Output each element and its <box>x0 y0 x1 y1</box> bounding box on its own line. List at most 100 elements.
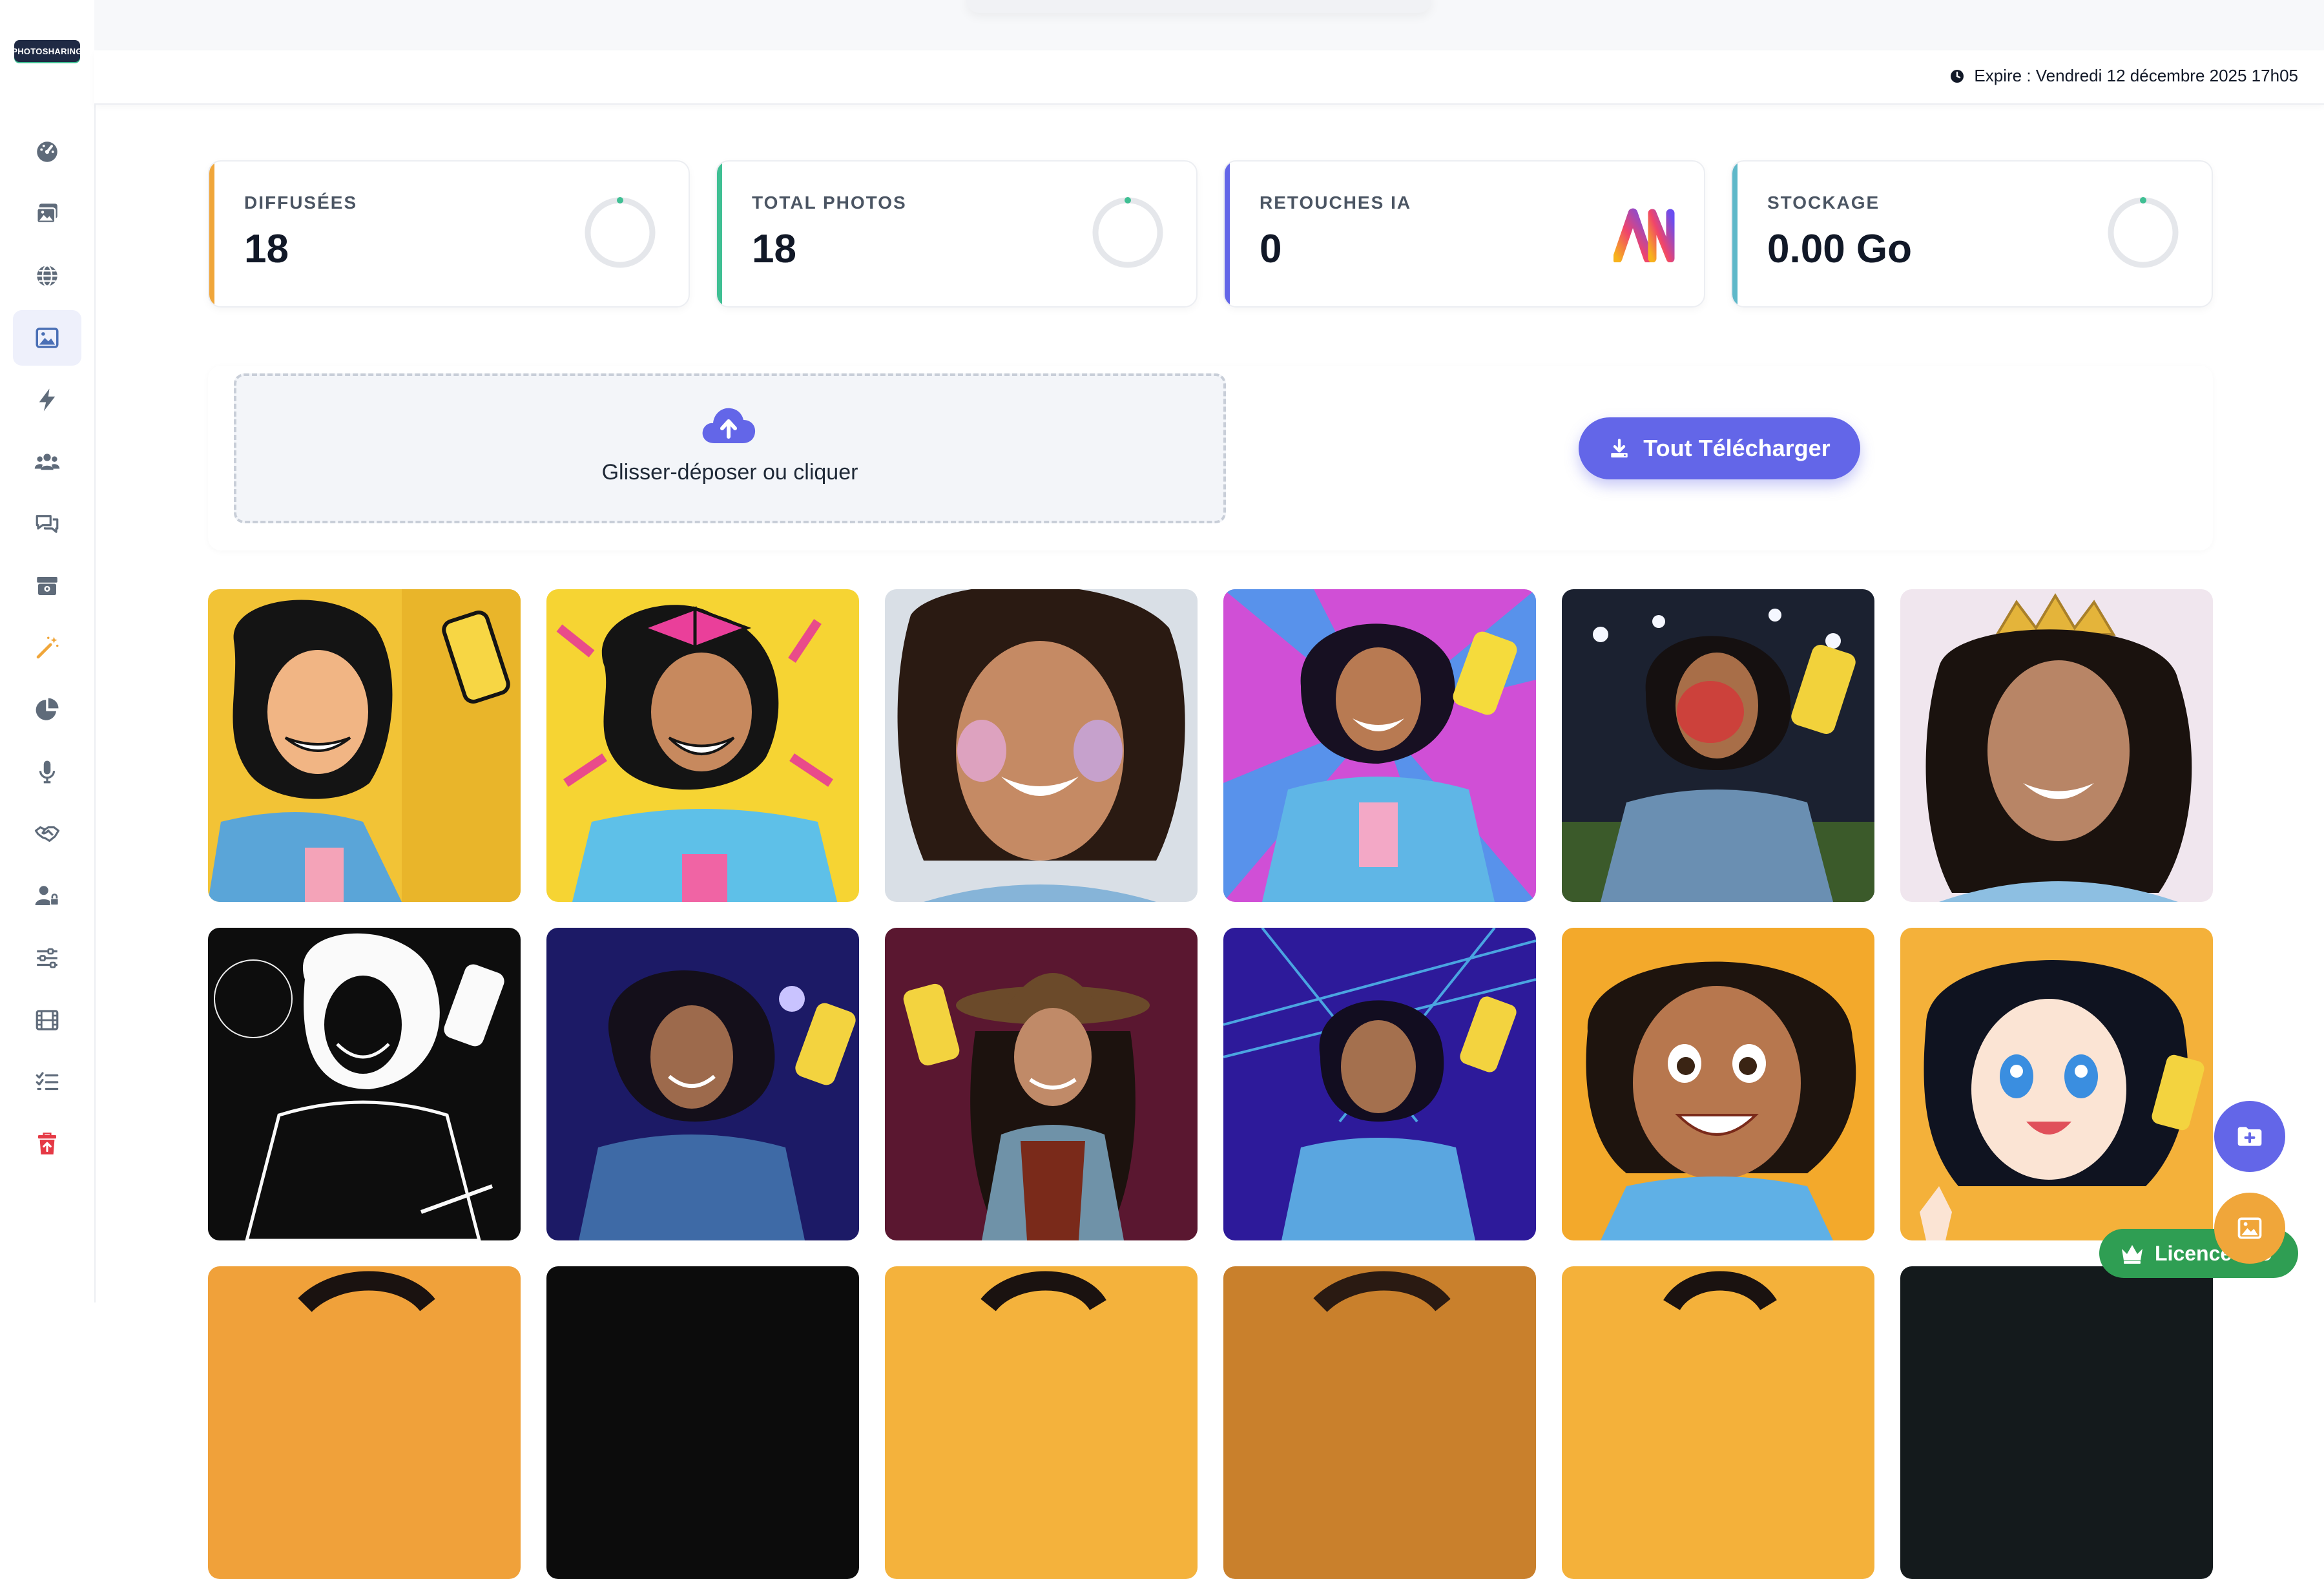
photo-thumbnail[interactable] <box>1900 928 2213 1240</box>
upload-dropzone[interactable]: Glisser-déposer ou cliquer <box>234 373 1226 523</box>
photo-image <box>208 1266 521 1579</box>
progress-ring-icon <box>2108 197 2179 268</box>
download-icon <box>1611 439 1628 458</box>
ai-logo-icon <box>1613 208 1675 262</box>
stat-label: STOCKAGE <box>1767 193 1880 213</box>
photo-thumbnail[interactable] <box>1562 928 1874 1240</box>
photo-image <box>885 589 1198 902</box>
photos-icon <box>36 204 57 224</box>
top-band <box>94 0 2324 50</box>
download-all-button[interactable]: Tout Télécharger <box>1579 417 1860 479</box>
photo-thumbnail[interactable] <box>885 589 1198 902</box>
photo-thumbnail[interactable] <box>208 928 521 1240</box>
clock-icon <box>1951 69 1964 83</box>
card-accent-bar <box>209 162 214 306</box>
card-accent-bar <box>1225 162 1230 306</box>
stat-card-stockage: STOCKAGE 0.00 Go <box>1731 160 2213 308</box>
image-icon <box>36 328 59 348</box>
stat-value: 18 <box>752 227 796 271</box>
photo-thumbnail[interactable] <box>208 1266 521 1579</box>
sidebar-item-tasks[interactable] <box>13 1054 81 1110</box>
photo-thumbnail[interactable] <box>1223 1266 1536 1579</box>
sliders-icon <box>37 948 57 968</box>
sidebar-item-gallery[interactable] <box>13 310 81 366</box>
stat-label: TOTAL PHOTOS <box>752 193 907 213</box>
film-icon <box>36 1010 59 1030</box>
photo-thumbnail[interactable] <box>885 1266 1198 1579</box>
stat-value: 0 <box>1260 227 1282 271</box>
header-bar: Expire : Vendredi 12 décembre 2025 17h05 <box>94 50 2324 105</box>
photo-thumbnail[interactable] <box>1900 589 2213 902</box>
stat-value: 18 <box>244 227 289 271</box>
photo-thumbnail[interactable] <box>546 1266 859 1579</box>
photo-thumbnail[interactable] <box>1562 1266 1874 1579</box>
photo-thumbnail[interactable] <box>208 589 521 902</box>
expiry-info: Expire : Vendredi 12 décembre 2025 17h05 <box>1949 66 2298 86</box>
top-menu-pill <box>966 0 1431 13</box>
sidebar-item-trash[interactable] <box>13 1116 81 1172</box>
sidebar: PHOTOSHARING <box>0 0 96 1302</box>
sidebar-item-settings[interactable] <box>13 930 81 986</box>
image-icon <box>2237 1217 2262 1239</box>
photo-image <box>546 589 859 902</box>
photo-image <box>1223 928 1536 1240</box>
handshake-icon <box>34 826 60 842</box>
download-all-label: Tout Télécharger <box>1643 435 1831 461</box>
photo-thumbnail[interactable] <box>546 928 859 1240</box>
magic-wand-icon <box>36 636 59 659</box>
sidebar-item-partners[interactable] <box>13 806 81 862</box>
stat-value: 0.00 Go <box>1767 227 1912 271</box>
photo-thumbnail[interactable] <box>546 589 859 902</box>
stat-card-total-photos: TOTAL PHOTOS 18 <box>716 160 1198 308</box>
photo-thumbnail[interactable] <box>1223 928 1536 1240</box>
progress-ring-icon <box>585 197 656 268</box>
photo-thumbnail[interactable] <box>1900 1266 2213 1579</box>
photo-image <box>1562 589 1874 902</box>
new-album-fab[interactable] <box>2214 1101 2285 1172</box>
stat-label: RETOUCHES IA <box>1260 193 1412 213</box>
photo-image <box>208 589 521 902</box>
sidebar-item-web[interactable] <box>13 248 81 304</box>
progress-ring-icon <box>1092 197 1163 268</box>
sidebar-item-photos[interactable] <box>13 186 81 242</box>
sidebar-item-messages[interactable] <box>13 496 81 552</box>
photo-thumbnail[interactable] <box>1223 589 1536 902</box>
archive-icon <box>37 577 57 595</box>
photo-image <box>546 928 859 1240</box>
photo-image <box>546 1266 859 1579</box>
photo-thumbnail[interactable] <box>1562 589 1874 902</box>
photo-image <box>1223 589 1536 902</box>
photo-image <box>1900 928 2213 1240</box>
expiry-text: Expire : Vendredi 12 décembre 2025 17h05 <box>1974 66 2298 85</box>
cloud-upload-icon <box>702 408 756 443</box>
photo-thumbnail[interactable] <box>885 928 1198 1240</box>
sidebar-item-statistics[interactable] <box>13 682 81 738</box>
photo-image <box>1900 1266 2213 1579</box>
photo-image <box>1223 1266 1536 1579</box>
sidebar-item-dashboard[interactable] <box>13 124 81 180</box>
photo-image <box>1562 928 1874 1240</box>
sidebar-item-audio[interactable] <box>13 744 81 800</box>
photo-image <box>885 928 1198 1240</box>
folder-plus-icon <box>2237 1127 2262 1146</box>
sidebar-item-slideshow[interactable] <box>13 992 81 1048</box>
chat-icon <box>36 515 59 533</box>
sidebar-item-live[interactable] <box>13 372 81 428</box>
sidebar-item-ai-effects[interactable] <box>13 620 81 676</box>
stat-label: DIFFUSÉES <box>244 193 358 213</box>
pie-chart-icon <box>36 698 59 720</box>
globe-icon <box>37 265 57 287</box>
microphone-icon <box>39 760 56 784</box>
dropzone-text: Glisser-déposer ou cliquer <box>601 460 858 485</box>
add-photo-fab[interactable] <box>2214 1193 2285 1264</box>
user-lock-icon <box>35 886 59 906</box>
app-logo[interactable]: PHOTOSHARING <box>12 40 82 62</box>
users-icon <box>34 454 60 470</box>
sidebar-item-archive[interactable] <box>13 558 81 614</box>
crown-icon <box>2122 1245 2142 1264</box>
photo-image <box>885 1266 1198 1579</box>
dashboard-icon <box>37 141 57 162</box>
sidebar-item-guests[interactable] <box>13 434 81 490</box>
sidebar-item-access[interactable] <box>13 868 81 924</box>
photo-image <box>208 928 521 1240</box>
